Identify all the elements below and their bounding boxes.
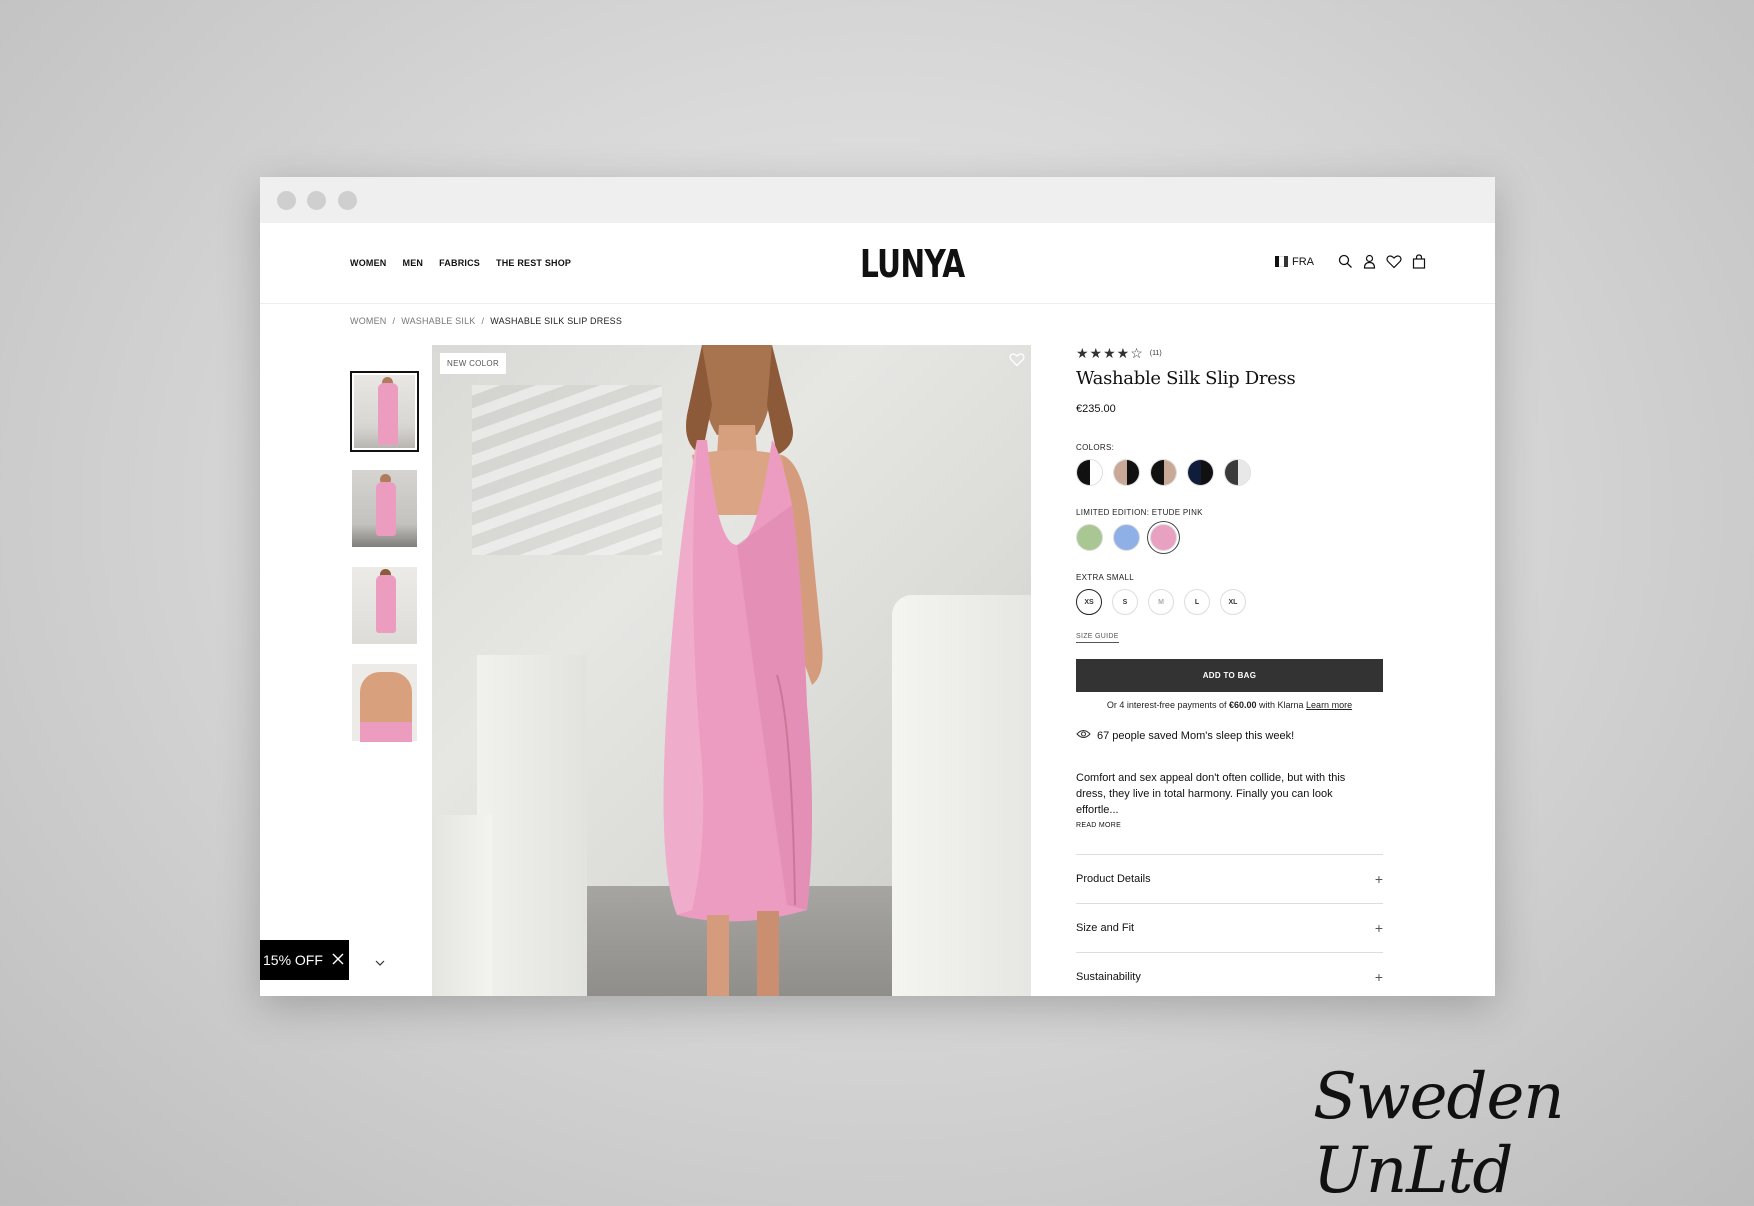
product-title: Washable Silk Slip Dress — [1076, 368, 1296, 389]
region-selector[interactable]: FRA — [1275, 256, 1314, 268]
window-close-dot[interactable] — [277, 191, 296, 210]
discount-banner[interactable]: 15% OFF — [260, 940, 349, 980]
review-count: (11) — [1149, 350, 1162, 357]
thumbnail-list — [350, 371, 422, 759]
header-actions: FRA — [1275, 254, 1426, 269]
model-in-dress — [663, 345, 823, 996]
site-logo[interactable]: LUNYA — [860, 242, 965, 286]
color-swatch-blue[interactable] — [1113, 524, 1140, 551]
plinth-right — [892, 595, 1031, 996]
color-swatches — [1076, 459, 1386, 486]
nav-item-women[interactable]: WOMEN — [350, 258, 387, 268]
close-icon[interactable] — [332, 952, 344, 968]
breadcrumb-separator: / — [481, 316, 485, 326]
nav-item-fabrics[interactable]: FABRICS — [439, 258, 480, 268]
size-m[interactable]: M — [1148, 589, 1174, 615]
nav-item-men[interactable]: MEN — [403, 258, 424, 268]
favorite-heart-icon[interactable] — [1009, 352, 1025, 372]
limited-color-swatches — [1076, 524, 1386, 551]
plus-icon: + — [1374, 871, 1383, 887]
thumbnail-back-view[interactable] — [350, 565, 419, 646]
read-more-link[interactable]: READ MORE — [1076, 822, 1386, 829]
plus-icon: + — [1374, 969, 1383, 985]
accordion-title: Product Details — [1076, 873, 1151, 885]
social-proof-text: 67 people saved Mom's sleep this week! — [1097, 729, 1295, 742]
size-s[interactable]: S — [1112, 589, 1138, 615]
watermark-signature: Sweden UnLtd — [1313, 1060, 1565, 1206]
colors-label: COLORS: — [1076, 443, 1115, 452]
new-color-badge: NEW COLOR — [440, 353, 507, 374]
plinth-front — [432, 815, 492, 996]
accordion-product-details[interactable]: Product Details + — [1076, 854, 1383, 903]
breadcrumb-separator: / — [392, 316, 396, 326]
browser-window: WOMEN MEN FABRICS THE REST SHOP LUNYA FR… — [260, 177, 1495, 996]
klarna-message: Or 4 interest-free payments of €60.00 wi… — [1076, 700, 1383, 710]
color-swatch-etude-pink[interactable] — [1150, 524, 1177, 551]
wishlist-icon[interactable] — [1386, 254, 1402, 269]
window-minimize-dot[interactable] — [307, 191, 326, 210]
rating[interactable]: ★★★★☆ (11) — [1076, 345, 1386, 362]
france-flag-icon — [1275, 256, 1288, 267]
breadcrumb-women[interactable]: WOMEN — [350, 316, 387, 326]
site-header: WOMEN MEN FABRICS THE REST SHOP LUNYA FR… — [260, 223, 1495, 304]
color-swatch-taupe-black[interactable] — [1113, 459, 1140, 486]
plus-icon: + — [1374, 920, 1383, 936]
bag-icon[interactable] — [1412, 254, 1426, 269]
size-options: XS S M L XL — [1076, 589, 1386, 615]
add-to-bag-button[interactable]: ADD TO BAG — [1076, 659, 1383, 692]
product-accordion: Product Details + Size and Fit + Sustain… — [1076, 854, 1383, 996]
browser-titlebar — [260, 177, 1495, 223]
color-swatch-black-white[interactable] — [1076, 459, 1103, 486]
eye-icon — [1076, 729, 1091, 742]
chevron-down-icon[interactable] — [375, 953, 385, 971]
product-info: ★★★★☆ (11) Washable Silk Slip Dress €235… — [1076, 345, 1386, 996]
size-l[interactable]: L — [1184, 589, 1210, 615]
main-product-image[interactable]: NEW COLOR — [432, 345, 1031, 996]
accordion-size-and-fit[interactable]: Size and Fit + — [1076, 903, 1383, 952]
account-icon[interactable] — [1363, 254, 1376, 269]
search-icon[interactable] — [1338, 254, 1353, 269]
social-proof: 67 people saved Mom's sleep this week! — [1076, 729, 1386, 742]
klarna-learn-more-link[interactable]: Learn more — [1306, 700, 1352, 710]
nav-item-the-rest-shop[interactable]: THE REST SHOP — [496, 258, 571, 268]
limited-edition-label: LIMITED EDITION: ETUDE PINK — [1076, 508, 1203, 517]
window-maximize-dot[interactable] — [338, 191, 357, 210]
color-swatch-sage[interactable] — [1076, 524, 1103, 551]
star-rating-icon: ★★★★☆ — [1076, 345, 1144, 361]
klarna-text-mid: with Klarna — [1256, 700, 1307, 710]
klarna-text: Or 4 interest-free payments of — [1106, 700, 1229, 710]
size-label: EXTRA SMALL — [1076, 573, 1134, 582]
accordion-sustainability[interactable]: Sustainability + — [1076, 952, 1383, 996]
main-nav: WOMEN MEN FABRICS THE REST SHOP — [350, 258, 571, 268]
discount-label: 15% OFF — [263, 952, 323, 968]
product-price: €235.00 — [1076, 403, 1116, 415]
region-label: FRA — [1292, 255, 1314, 268]
color-swatch-charcoal-white[interactable] — [1224, 459, 1251, 486]
size-guide-link[interactable]: SIZE GUIDE — [1076, 633, 1119, 643]
size-xl[interactable]: XL — [1220, 589, 1246, 615]
color-swatch-black-taupe[interactable] — [1150, 459, 1177, 486]
klarna-amount: €60.00 — [1228, 700, 1257, 710]
thumbnail-full-length[interactable] — [350, 468, 419, 549]
thumbnail-front[interactable] — [350, 371, 419, 452]
thumbnail-back-detail[interactable] — [350, 662, 419, 743]
accordion-title: Sustainability — [1076, 971, 1141, 983]
breadcrumb-current: WASHABLE SILK SLIP DRESS — [490, 316, 623, 326]
breadcrumb-washable-silk[interactable]: WASHABLE SILK — [401, 316, 475, 326]
product-page: WOMEN MEN FABRICS THE REST SHOP LUNYA FR… — [260, 223, 1495, 996]
product-description: Comfort and sex appeal don't often colli… — [1076, 772, 1346, 816]
color-swatch-navy-black[interactable] — [1187, 459, 1214, 486]
size-xs[interactable]: XS — [1076, 589, 1102, 615]
accordion-title: Size and Fit — [1076, 922, 1135, 934]
breadcrumb: WOMEN / WASHABLE SILK / WASHABLE SILK SLIP D… — [350, 316, 622, 326]
plinth-left — [477, 655, 587, 996]
